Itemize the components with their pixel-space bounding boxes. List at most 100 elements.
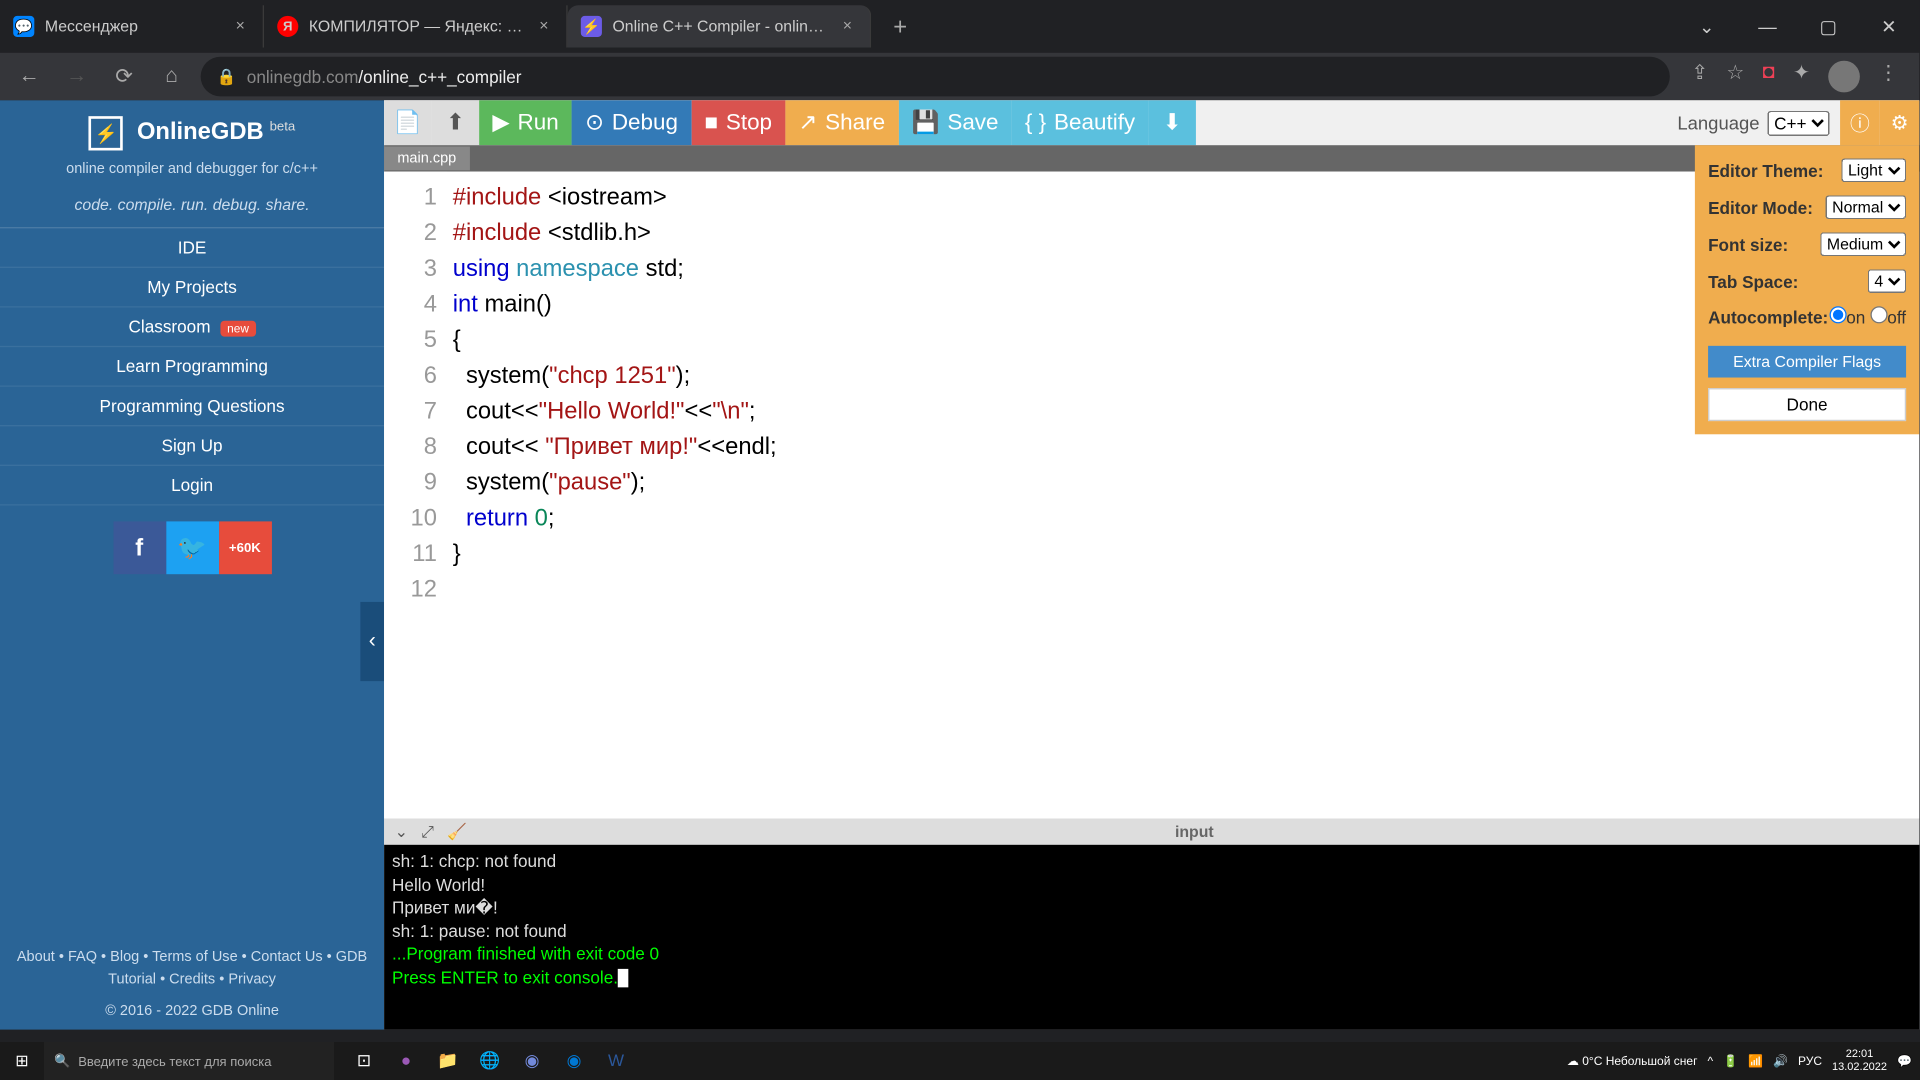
url-host: onlinegdb.com xyxy=(247,67,359,87)
yandex-icon: Я xyxy=(277,16,298,37)
start-button[interactable]: ⊞ xyxy=(0,1042,44,1080)
run-label: Run xyxy=(518,110,559,136)
settings-button[interactable]: ⚙ xyxy=(1880,100,1920,145)
console-output[interactable]: sh: 1: chcp: not found Hello World! Прив… xyxy=(384,845,1919,1030)
reload-button[interactable]: ⟳ xyxy=(106,58,143,95)
font-select[interactable]: Medium xyxy=(1820,232,1906,256)
line-number: 5 xyxy=(384,322,437,358)
console-line: sh: 1: chcp: not found xyxy=(392,850,1911,873)
theme-select[interactable]: Light xyxy=(1841,158,1906,182)
save-button[interactable]: 💾 Save xyxy=(898,100,1011,145)
addthis-button[interactable]: + 60K xyxy=(218,521,271,574)
copyright: © 2016 - 2022 GDB Online xyxy=(0,998,384,1030)
save-label: Save xyxy=(947,110,998,136)
close-icon[interactable]: × xyxy=(231,17,249,35)
sidebar: ⚡ OnlineGDB beta online compiler and deb… xyxy=(0,100,384,1029)
info-button[interactable]: ⓘ xyxy=(1840,100,1880,145)
task-view-button[interactable]: ⊡ xyxy=(346,1043,382,1079)
new-file-button[interactable]: 📄 xyxy=(384,100,432,145)
line-number: 9 xyxy=(384,465,437,501)
language-dropdown[interactable]: C++ xyxy=(1767,110,1829,135)
word-button[interactable]: W xyxy=(598,1043,634,1079)
close-icon[interactable]: × xyxy=(535,17,553,35)
stop-button[interactable]: ■ Stop xyxy=(691,100,785,145)
sidebar-item-label: Classroom xyxy=(129,317,211,337)
expand-icon[interactable]: ⤢ xyxy=(421,822,434,842)
volume-icon[interactable]: 🔊 xyxy=(1773,1054,1788,1068)
taskbar-search[interactable]: 🔍 Введите здесь текст для поиска xyxy=(44,1042,334,1080)
tab-onlinegdb[interactable]: ⚡ Online C++ Compiler - online ed × xyxy=(568,5,872,47)
tab-yandex[interactable]: Я КОМПИЛЯТОР — Яндекс: нашл × xyxy=(264,5,568,47)
chevron-up-icon[interactable]: ^ xyxy=(1707,1054,1713,1068)
sidebar-item-learn[interactable]: Learn Programming xyxy=(0,347,384,387)
console-bar: ⌄ ⤢ 🧹 input xyxy=(384,818,1919,844)
notifications-icon[interactable]: 💬 xyxy=(1897,1054,1912,1068)
chrome-button[interactable]: 🌐 xyxy=(472,1043,508,1079)
ac-on-label: on xyxy=(1846,308,1865,328)
footer-links[interactable]: About • FAQ • Blog • Terms of Use • Cont… xyxy=(0,941,384,998)
weather-widget[interactable]: ☁ 0°C Небольшой снег xyxy=(1567,1054,1698,1068)
done-button[interactable]: Done xyxy=(1708,388,1906,421)
settings-panel: Editor Theme:Light Editor Mode:Normal Fo… xyxy=(1695,145,1919,434)
share-button[interactable]: ↗ Share xyxy=(785,100,898,145)
share-icon[interactable]: ⇪ xyxy=(1691,61,1708,93)
debug-button[interactable]: ⊙ Debug xyxy=(572,100,691,145)
clear-icon[interactable]: 🧹 xyxy=(447,822,467,842)
maximize-button[interactable]: ▢ xyxy=(1798,0,1859,53)
language-indicator[interactable]: РУС xyxy=(1798,1054,1822,1068)
language-label: Language xyxy=(1677,112,1759,133)
pocket-icon[interactable]: ◘ xyxy=(1763,61,1775,93)
tab-select[interactable]: 4 xyxy=(1868,269,1906,293)
twitter-button[interactable]: 🐦 xyxy=(166,521,219,574)
autocomplete-on-radio[interactable] xyxy=(1829,306,1846,323)
new-tab-button[interactable]: + xyxy=(882,8,919,45)
url-input[interactable]: 🔒 onlinegdb.com/online_c++_compiler xyxy=(201,57,1671,97)
line-number: 6 xyxy=(384,358,437,394)
sidebar-item-projects[interactable]: My Projects xyxy=(0,268,384,308)
autocomplete-off-radio[interactable] xyxy=(1870,306,1887,323)
home-button[interactable]: ⌂ xyxy=(153,58,190,95)
mode-select[interactable]: Normal xyxy=(1826,195,1907,219)
line-number: 2 xyxy=(384,215,437,251)
cursor-icon xyxy=(618,969,629,987)
facebook-button[interactable]: f xyxy=(113,521,166,574)
tab-label: Мессенджер xyxy=(45,17,223,35)
bookmark-icon[interactable]: ☆ xyxy=(1726,61,1744,93)
autocomplete-label: Autocomplete: xyxy=(1708,307,1828,327)
sidebar-item-ide[interactable]: IDE xyxy=(0,227,384,268)
clock[interactable]: 22:01 13.02.2022 xyxy=(1832,1048,1887,1074)
edge-button[interactable]: ◉ xyxy=(556,1043,592,1079)
forward-button[interactable]: → xyxy=(58,58,95,95)
close-icon[interactable]: × xyxy=(838,17,856,35)
beautify-button[interactable]: { } Beautify xyxy=(1012,100,1149,145)
tab-messenger[interactable]: 💬 Мессенджер × xyxy=(0,5,264,47)
explorer-button[interactable]: 📁 xyxy=(430,1043,466,1079)
chevron-down-icon[interactable]: ⌄ xyxy=(395,822,408,842)
close-window-button[interactable]: ✕ xyxy=(1859,0,1920,53)
sidebar-item-questions[interactable]: Programming Questions xyxy=(0,387,384,427)
sidebar-item-signup[interactable]: Sign Up xyxy=(0,426,384,466)
code-editor[interactable]: 1 2 3 4 5 6 7 8 9 10 11 12 #include <ios… xyxy=(384,172,1919,819)
taskbar-app[interactable]: ● xyxy=(388,1043,424,1079)
sidebar-item-login[interactable]: Login xyxy=(0,466,384,506)
run-button[interactable]: ▶ Run xyxy=(479,100,572,145)
console-line: Press ENTER to exit console. xyxy=(392,967,618,987)
upload-button[interactable]: ⬆ xyxy=(432,100,480,145)
file-tab[interactable]: main.cpp xyxy=(384,147,469,171)
download-button[interactable]: ⬇ xyxy=(1148,100,1196,145)
sidebar-item-classroom[interactable]: Classroom new xyxy=(0,308,384,348)
console-line: Привет ми�! xyxy=(392,896,1911,919)
wifi-icon[interactable]: 📶 xyxy=(1748,1054,1763,1068)
battery-icon[interactable]: 🔋 xyxy=(1723,1054,1738,1068)
back-button[interactable]: ← xyxy=(11,58,48,95)
chevron-down-icon[interactable]: ⌄ xyxy=(1676,0,1737,53)
avatar[interactable] xyxy=(1828,61,1860,93)
collapse-sidebar-button[interactable]: ‹ xyxy=(360,602,384,681)
extra-flags-button[interactable]: Extra Compiler Flags xyxy=(1708,346,1906,378)
minimize-button[interactable]: — xyxy=(1737,0,1798,53)
address-bar: ← → ⟳ ⌂ 🔒 onlinegdb.com/online_c++_compi… xyxy=(0,53,1919,101)
beautify-label: Beautify xyxy=(1054,110,1135,136)
menu-icon[interactable]: ⋮ xyxy=(1878,61,1898,93)
extensions-icon[interactable]: ✦ xyxy=(1793,61,1810,93)
discord-button[interactable]: ◉ xyxy=(514,1043,550,1079)
